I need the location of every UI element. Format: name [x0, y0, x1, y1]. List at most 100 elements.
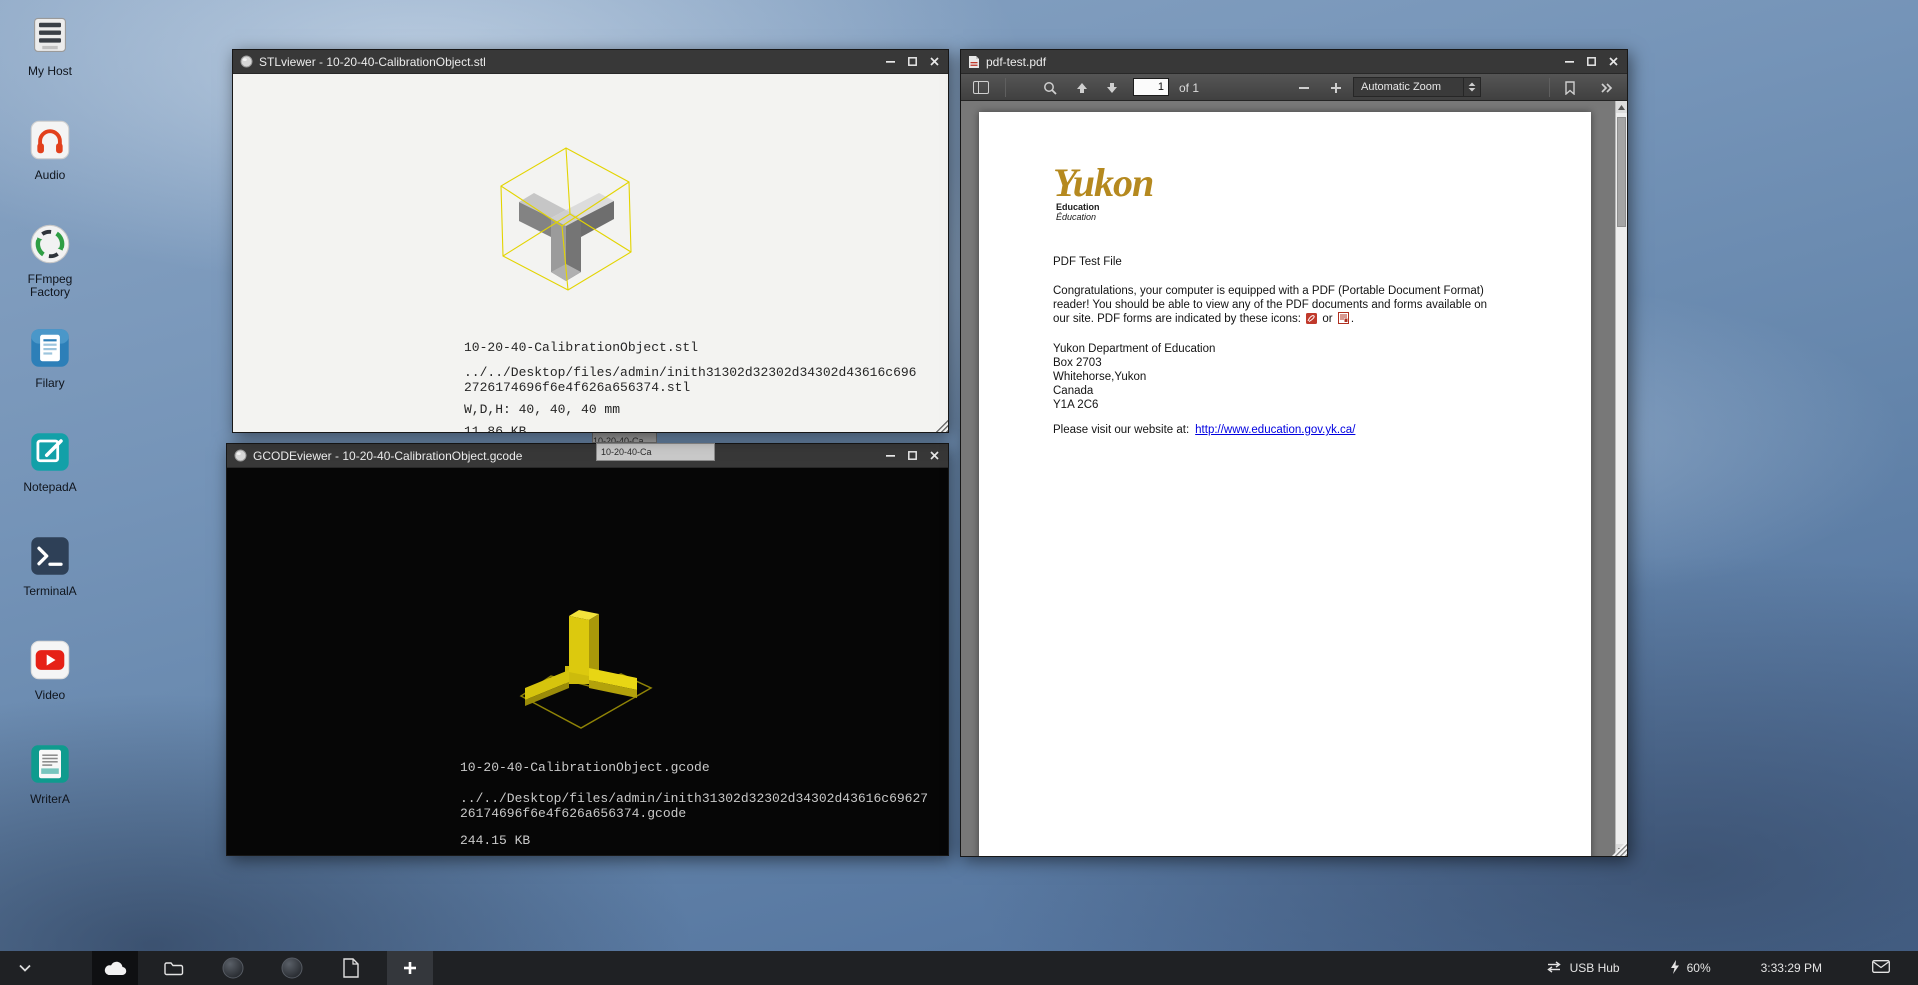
toggle-sidebar-button[interactable] [969, 74, 993, 101]
audio-icon [28, 118, 72, 162]
desktop-icon-label: Video [35, 689, 65, 702]
pdf-doc-address: Yukon Department of Education Box 2703 W… [1053, 342, 1215, 412]
taskbar-app-icon-stl[interactable] [210, 951, 256, 985]
maximize-button[interactable] [1580, 50, 1602, 73]
minimize-button[interactable] [879, 444, 901, 467]
clock-label: 3:33:29 PM [1761, 961, 1822, 975]
desktop-icon-label: WriterA [30, 793, 70, 806]
desktop-icon-video[interactable]: Video [8, 638, 92, 742]
usb-hub-status[interactable]: USB Hub [1545, 961, 1620, 976]
window-title: pdf-test.pdf [986, 55, 1558, 69]
scrollbar-thumb[interactable] [1617, 117, 1626, 227]
desktop-icon-ffmpeg-factory[interactable]: FFmpeg Factory [8, 222, 92, 326]
new-window-button[interactable] [387, 951, 433, 985]
ffmpeg-icon [28, 222, 72, 266]
file-manager-button[interactable] [151, 951, 197, 985]
taskbar-clock[interactable]: 3:33:29 PM [1761, 961, 1822, 975]
address-line: Canada [1053, 384, 1215, 398]
paragraph-line: reader! You should be able to view any o… [1053, 298, 1487, 312]
desktop-icon-audio[interactable]: Audio [8, 118, 92, 222]
pdf-page: Yukon Education Éducation PDF Test File … [979, 112, 1591, 856]
envelope-icon [1872, 960, 1890, 976]
stl-dimensions: W,D,H: 40, 40, 40 mm [464, 402, 916, 417]
pdf-content-area: Yukon Education Éducation PDF Test File … [961, 101, 1627, 856]
maximize-button[interactable] [901, 50, 923, 73]
gcode-filesize: 244.15 KB [460, 833, 928, 848]
address-line: Whitehorse,Yukon [1053, 370, 1215, 384]
stl-filesize: 11.86 KB [464, 424, 916, 432]
paragraph-or-text: or [1322, 313, 1332, 325]
desktop-icon-notepada[interactable]: NotepadA [8, 430, 92, 534]
vertical-scrollbar[interactable] [1615, 101, 1627, 856]
usb-icon [1545, 961, 1563, 976]
pdf-doc-heading: PDF Test File [1053, 256, 1122, 268]
maximize-button[interactable] [901, 444, 923, 467]
desktop-icon-filary[interactable]: Filary [8, 326, 92, 430]
stlviewer-titlebar[interactable]: STLviewer - 10-20-40-CalibrationObject.s… [233, 50, 948, 74]
background-window-fragment[interactable]: 10-20-40-Ca [596, 443, 715, 461]
close-button[interactable] [923, 444, 945, 467]
website-link[interactable]: http://www.education.gov.yk.ca/ [1195, 424, 1355, 436]
pdf-viewer-window: pdf-test.pdf of 1 [960, 49, 1628, 857]
window-controls [879, 444, 948, 467]
minimize-button[interactable] [879, 50, 901, 73]
toolbar-separator [1549, 78, 1550, 97]
taskbar-status-area: USB Hub 60% 3:33:29 PM [1545, 960, 1918, 977]
desktop-icon-label: TerminalA [23, 585, 76, 598]
close-button[interactable] [1602, 50, 1624, 73]
minimize-button[interactable] [1558, 50, 1580, 73]
acrobat-pdf-icon [1306, 313, 1317, 328]
gcode-viewport[interactable]: 10-20-40-CalibrationObject.gcode ../../D… [227, 468, 948, 855]
taskbar-app-icon-pdf[interactable] [328, 951, 374, 985]
desktop-icon-my-host[interactable]: My Host [8, 14, 92, 118]
battery-percent-label: 60% [1687, 961, 1711, 975]
stlviewer-window: STLviewer - 10-20-40-CalibrationObject.s… [232, 49, 949, 433]
files-icon [28, 326, 72, 370]
find-button[interactable] [1037, 74, 1063, 101]
pdf-doc-paragraph: Congratulations, your computer is equipp… [1053, 284, 1487, 329]
gcode-path-line1: ../../Desktop/files/admin/inith31302d323… [460, 791, 928, 806]
paragraph-line: Congratulations, your computer is equipp… [1053, 284, 1487, 298]
desktop-icon-terminala[interactable]: TerminalA [8, 534, 92, 638]
desktop: My Host Audio FFmpeg Factory Filary Note [0, 0, 1918, 985]
zoom-out-button[interactable] [1291, 74, 1317, 101]
notepad-icon [28, 430, 72, 474]
address-line: Box 2703 [1053, 356, 1215, 370]
desktop-icon-writera[interactable]: WriterA [8, 742, 92, 846]
taskbar-collapse-button[interactable] [10, 951, 40, 985]
stl-3d-model [481, 140, 651, 310]
window-title: GCODEviewer - 10-20-40-CalibrationObject… [253, 449, 879, 463]
power-icon [1670, 960, 1680, 977]
host-icon [28, 14, 72, 58]
bookmark-icon[interactable] [1557, 74, 1583, 101]
pdf-titlebar[interactable]: pdf-test.pdf [961, 50, 1627, 74]
page-number-input[interactable] [1133, 78, 1169, 96]
desktop-icon-label: NotepadA [23, 481, 76, 494]
previous-page-button[interactable] [1069, 74, 1095, 101]
gcode-file-info: 10-20-40-CalibrationObject.gcode ../../D… [460, 760, 928, 848]
messages-button[interactable] [1872, 960, 1890, 976]
writer-icon [28, 742, 72, 786]
scroll-up-button[interactable] [1616, 101, 1627, 113]
resize-grip[interactable] [933, 417, 948, 432]
toolbar-more-icon[interactable] [1593, 74, 1621, 101]
pdf-doc-website-line: Please visit our website at:http://www.e… [1053, 424, 1355, 436]
page-count-label: of 1 [1179, 74, 1199, 101]
gcodeviewer-titlebar[interactable]: GCODEviewer - 10-20-40-CalibrationObject… [227, 444, 948, 468]
stl-path-line2: 2726174696f6e4f626a656374.stl [464, 380, 916, 395]
close-button[interactable] [923, 50, 945, 73]
paragraph-line: our site. PDF forms are indicated by the… [1053, 312, 1487, 328]
pdf-form-icon [1338, 312, 1349, 328]
yukon-logo-sub-fr: Éducation [1056, 212, 1153, 222]
gcode-path-line2: 26174696f6e4f626a656374.gcode [460, 806, 928, 821]
cloud-button[interactable] [92, 951, 138, 985]
next-page-button[interactable] [1099, 74, 1125, 101]
stl-path-line1: ../../Desktop/files/admin/inith31302d323… [464, 365, 916, 380]
zoom-select[interactable]: Automatic Zoom [1353, 77, 1481, 97]
pdf-toolbar: of 1 Automatic Zoom [961, 74, 1627, 101]
power-status[interactable]: 60% [1670, 960, 1711, 977]
usb-hub-label: USB Hub [1570, 961, 1620, 975]
stl-viewport[interactable]: 10-20-40-CalibrationObject.stl ../../Des… [233, 74, 948, 432]
zoom-in-button[interactable] [1323, 74, 1349, 101]
taskbar-app-icon-gcode[interactable] [269, 951, 315, 985]
